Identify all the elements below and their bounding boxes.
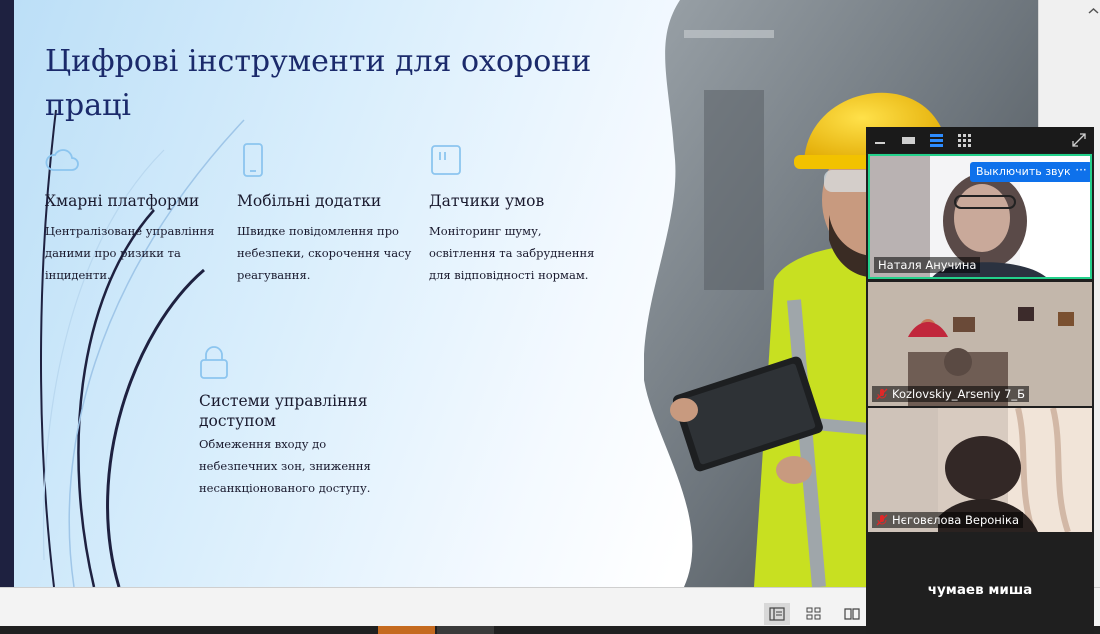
unmute-button[interactable]: Выключить звук [970, 162, 1077, 182]
gallery-view-icon[interactable] [956, 132, 972, 148]
slide-left-strip [0, 0, 14, 587]
sensor-icon [430, 144, 462, 180]
participant-tile[interactable]: Kozlovskiy_Arseniy 7_Б [868, 282, 1092, 406]
participant-name: Наталя Анучина [874, 257, 981, 273]
feature-title-cloud: Хмарні платформи [45, 192, 200, 210]
cloud-icon [44, 144, 80, 178]
participant-name: Kozlovskiy_Arseniy 7_Б [872, 386, 1030, 402]
feature-desc-cloud: Централізоване управління даними про риз… [45, 224, 215, 282]
scroll-up-icon[interactable] [1087, 0, 1100, 14]
feature-title-sensors: Датчики умов [429, 192, 545, 210]
thumbnail-view-icon[interactable] [900, 132, 916, 148]
participant-name-no-video[interactable]: чумаев миша [866, 582, 1094, 598]
minimize-icon[interactable] [872, 132, 888, 148]
feature-desc-mobile: Швидке повідомлення про небезпеки, скоро… [237, 224, 412, 282]
smartphone-icon [242, 142, 266, 182]
slide-sorter-icon[interactable] [801, 603, 827, 625]
normal-view-icon[interactable] [764, 603, 790, 625]
feature-desc-sensors: Моніторинг шуму, освітлення та забруднен… [429, 224, 595, 282]
reading-view-icon[interactable] [839, 603, 865, 625]
feature-title-access: Системи управління доступом [199, 392, 368, 430]
participant-tile-active[interactable]: Выключить звук ··· Наталя Анучина [868, 154, 1092, 279]
video-panel-toolbar [866, 127, 1094, 153]
feature-title-mobile: Мобільні додатки [237, 192, 382, 210]
participant-tile[interactable]: Нєговєлова Вероніка [868, 408, 1092, 532]
expand-icon[interactable] [1071, 132, 1087, 148]
microphone-muted-icon [876, 514, 888, 526]
video-conference-panel: Выключить звук ··· Наталя Анучина Kozlov… [866, 127, 1094, 634]
lock-icon [198, 345, 230, 385]
slide-title: Цифрові інструменти для охорони праці [45, 44, 592, 123]
microphone-muted-icon [876, 388, 888, 400]
more-options-button[interactable]: ··· [1070, 162, 1090, 182]
speaker-view-icon[interactable] [928, 132, 944, 148]
participant-name: Нєговєлова Вероніка [872, 512, 1023, 528]
feature-desc-access: Обмеження входу до небезпечних зон, зниж… [199, 437, 371, 495]
